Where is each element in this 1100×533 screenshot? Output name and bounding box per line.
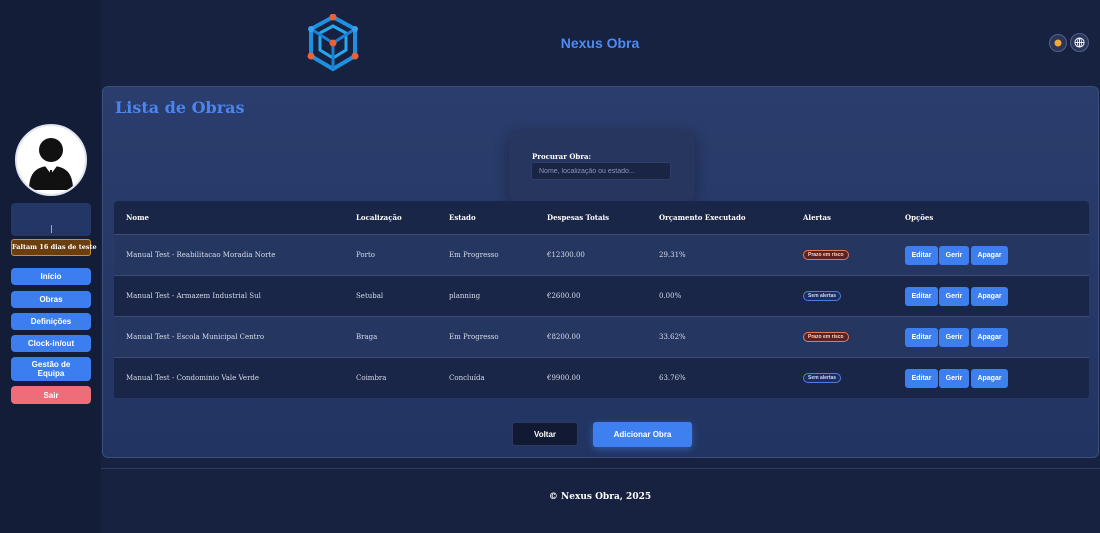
header-orcamento: Orçamento Executado <box>659 213 746 222</box>
footer-copyright: © Nexus Obra, 2025 <box>548 492 652 502</box>
edit-button[interactable]: Editar <box>905 369 938 388</box>
sidebar: Faltam 16 dias de teste Início Obras Def… <box>0 0 101 533</box>
add-obra-button[interactable]: Adicionar Obra <box>593 422 692 447</box>
sidebar-item-clock[interactable]: Clock-in/out <box>11 335 91 352</box>
cell-nome: Manual Test - Armazem Industrial Sul <box>126 292 261 300</box>
table-row: Manual Test - Condominio Vale Verde Coim… <box>114 357 1089 398</box>
cell-despesas: €2600.00 <box>547 292 581 300</box>
alert-badge: Prazo em risco <box>803 250 849 260</box>
globe-icon[interactable] <box>1070 33 1089 52</box>
avatar <box>15 124 87 196</box>
table-header: Nome Localização Estado Despesas Totais … <box>114 201 1089 234</box>
cell-orcamento: 63.76% <box>659 374 686 382</box>
cell-orcamento: 0.00% <box>659 292 682 300</box>
edit-button[interactable]: Editar <box>905 246 938 265</box>
cell-orcamento: 33.62% <box>659 333 686 341</box>
back-button[interactable]: Voltar <box>512 422 578 446</box>
manage-button[interactable]: Gerir <box>939 328 969 347</box>
obras-table: Nome Localização Estado Despesas Totais … <box>114 201 1089 399</box>
header-opcoes: Opções <box>905 213 934 222</box>
header-despesas: Despesas Totais <box>547 213 610 222</box>
alert-badge: Sem alertas <box>803 373 842 383</box>
cell-orcamento: 29.31% <box>659 251 686 259</box>
cube-logo <box>305 13 361 72</box>
sidebar-item-inicio[interactable]: Início <box>11 268 91 285</box>
cell-localizacao: Coimbra <box>356 374 387 382</box>
sidebar-item-gestao-equipa[interactable]: Gestão de Equipa <box>11 357 91 381</box>
cell-estado: Concluída <box>449 374 485 382</box>
sun-icon[interactable] <box>1049 34 1067 52</box>
alert-badge: Prazo em risco <box>803 332 849 342</box>
obras-panel: Lista de Obras Procurar Obra: Nome Local… <box>102 86 1099 458</box>
cell-despesas: €8200.00 <box>547 333 581 341</box>
cell-localizacao: Porto <box>356 251 376 259</box>
manage-button[interactable]: Gerir <box>939 287 969 306</box>
delete-button[interactable]: Apagar <box>971 369 1008 388</box>
manage-button[interactable]: Gerir <box>939 246 969 265</box>
search-card: Procurar Obra: <box>509 130 695 202</box>
delete-button[interactable]: Apagar <box>971 246 1008 265</box>
sidebar-item-definicoes[interactable]: Definições <box>11 313 91 330</box>
sidebar-item-obras[interactable]: Obras <box>11 291 91 308</box>
edit-button[interactable]: Editar <box>905 328 938 347</box>
header-localizacao: Localização <box>356 213 402 222</box>
cell-localizacao: Setubal <box>356 292 384 300</box>
cell-nome: Manual Test - Reabilitacao Moradia Norte <box>126 251 276 259</box>
delete-button[interactable]: Apagar <box>971 328 1008 347</box>
search-label: Procurar Obra: <box>532 152 592 161</box>
header-estado: Estado <box>449 213 476 222</box>
alert-badge: Sem alertas <box>803 291 842 301</box>
cell-nome: Manual Test - Condominio Vale Verde <box>126 374 260 382</box>
header-alertas: Alertas <box>803 213 831 222</box>
cell-nome: Manual Test - Escola Municipal Centro <box>126 333 265 341</box>
cell-despesas: €12300.00 <box>547 251 585 259</box>
cell-localizacao: Braga <box>356 333 378 341</box>
table-row: Manual Test - Reabilitacao Moradia Norte… <box>114 234 1089 275</box>
edit-button[interactable]: Editar <box>905 287 938 306</box>
cell-estado: Em Progresso <box>449 251 499 259</box>
trial-badge: Faltam 16 dias de teste <box>11 239 97 256</box>
delete-button[interactable]: Apagar <box>971 287 1008 306</box>
cell-estado: planning <box>449 292 481 300</box>
app-title: Nexus Obra <box>560 35 640 51</box>
sidebar-item-sair[interactable]: Sair <box>11 386 91 404</box>
user-info-box <box>11 203 91 236</box>
cell-despesas: €9900.00 <box>547 374 581 382</box>
search-input[interactable] <box>531 162 671 180</box>
cell-estado: Em Progresso <box>449 333 499 341</box>
header-nome: Nome <box>126 213 149 222</box>
page-title: Lista de Obras <box>115 98 245 117</box>
table-row: Manual Test - Armazem Industrial Sul Set… <box>114 275 1089 316</box>
manage-button[interactable]: Gerir <box>939 369 969 388</box>
table-row: Manual Test - Escola Municipal Centro Br… <box>114 316 1089 357</box>
footer-divider <box>101 468 1100 469</box>
